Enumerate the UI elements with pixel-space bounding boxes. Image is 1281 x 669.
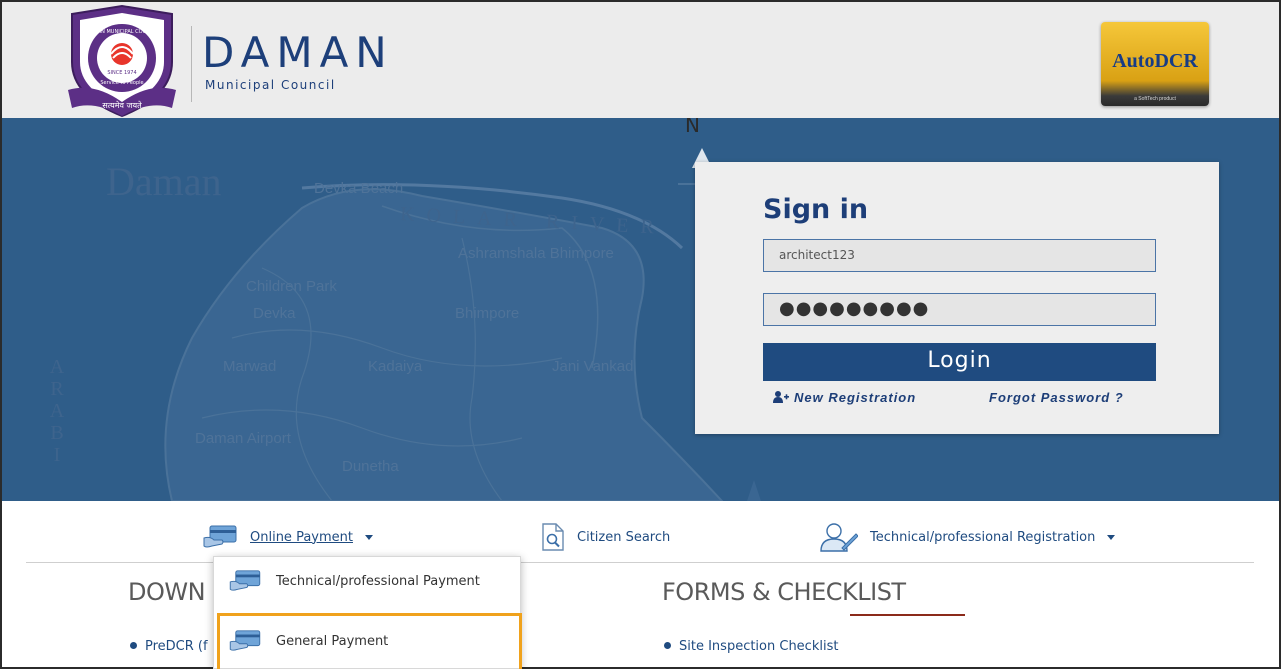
download-item-predcr[interactable]: PreDCR (f: [130, 639, 208, 654]
dropdown-item-technical-payment[interactable]: Technical/professional Payment: [214, 557, 522, 605]
chevron-down-icon: [1107, 534, 1116, 540]
svg-text:N: N: [685, 118, 700, 137]
user-plus-icon: [773, 391, 789, 403]
password-field[interactable]: ●●●●●●●●●: [763, 293, 1156, 326]
technical-registration-label: Technical/professional Registration: [870, 529, 1096, 545]
map-place: Devka Beach: [314, 180, 404, 197]
citizen-search-link[interactable]: Citizen Search: [541, 520, 670, 554]
svg-text:SINCE 1974: SINCE 1974: [107, 70, 136, 76]
professional-user-icon: [820, 523, 858, 552]
forms-checklist-title: FORMS & CHECKLIST: [662, 578, 906, 606]
online-payment-menu[interactable]: Online Payment: [202, 520, 373, 554]
svg-text:DAMAN MUNICIPAL COUNCIL: DAMAN MUNICIPAL COUNCIL: [86, 29, 158, 35]
login-button[interactable]: Login: [763, 343, 1156, 381]
autodcr-logo-tagline: a SoftTech product: [1134, 96, 1176, 102]
svg-text:सत्यमेव जयते: सत्यमेव जयते: [102, 100, 142, 110]
brand-name: DAMAN: [202, 28, 394, 77]
autodcr-logo-text: AutoDCR: [1112, 50, 1198, 72]
dropdown-item-label: Technical/professional Payment: [276, 573, 480, 589]
nav-divider: [26, 562, 1254, 563]
brand-subtitle: Municipal Council: [205, 78, 336, 92]
map-title: Daman: [106, 159, 222, 204]
general-payment-highlight: [217, 613, 522, 669]
chevron-down-icon: [364, 534, 373, 540]
map-place: Bhimpore: [455, 305, 520, 322]
new-registration-label: New Registration: [794, 390, 917, 405]
svg-text:Service to People: Service to People: [100, 80, 143, 86]
brand-divider: [191, 26, 192, 102]
map-place: Marwad: [223, 358, 277, 375]
map-place: Jani Vankad: [552, 358, 634, 375]
map-place: Devka: [253, 305, 296, 322]
document-search-icon: [542, 523, 564, 551]
card-payment-icon: [229, 570, 261, 591]
form-item-site-inspection[interactable]: Site Inspection Checklist: [664, 639, 838, 654]
map-place: Kadaiya: [368, 358, 423, 375]
online-payment-label: Online Payment: [250, 529, 353, 545]
site-header: SINCE 1974 DAMAN MUNICIPAL COUNCIL Servi…: [2, 2, 1279, 118]
bullet-icon: [664, 642, 671, 649]
signin-title: Sign in: [763, 194, 869, 225]
autodcr-logo[interactable]: AutoDCR a SoftTech product: [1101, 22, 1209, 106]
map-place: Children Park: [246, 278, 337, 295]
bullet-icon: [130, 642, 137, 649]
card-payment-icon: [203, 525, 237, 548]
signin-card: Sign in architect123 ●●●●●●●●● Login New…: [695, 162, 1219, 434]
forgot-password-link[interactable]: Forgot Password ?: [989, 390, 1124, 405]
new-registration-link[interactable]: New Registration: [773, 390, 916, 405]
technical-registration-menu[interactable]: Technical/professional Registration: [818, 520, 1116, 554]
map-place: Dunetha: [342, 458, 399, 475]
username-field[interactable]: architect123: [763, 239, 1156, 272]
map-place: Ashramshala Bhimpore: [458, 245, 614, 262]
map-vertical-text: ARABI: [49, 356, 65, 466]
downloads-title: DOWN: [128, 578, 206, 606]
council-emblem-icon[interactable]: SINCE 1974 DAMAN MUNICIPAL COUNCIL Servi…: [60, 4, 184, 120]
map-place: Daman Airport: [195, 430, 291, 447]
title-underline: [850, 614, 965, 616]
citizen-search-label: Citizen Search: [577, 529, 671, 545]
